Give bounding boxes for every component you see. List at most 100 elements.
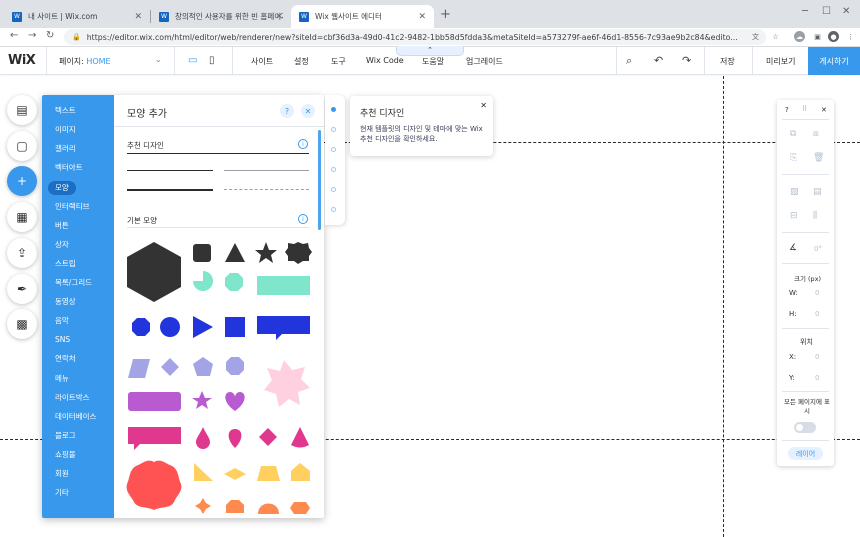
- page-selector[interactable]: 페이지: HOME: [59, 56, 111, 67]
- help-icon[interactable]: ?: [785, 106, 789, 114]
- zoom-icon[interactable]: ⌕: [626, 54, 632, 68]
- menu-help[interactable]: 도움말: [422, 56, 444, 67]
- speech-bubble-blue-shape[interactable]: [257, 316, 310, 340]
- bookmark-star-icon[interactable]: ☆: [770, 31, 781, 42]
- chevron-down-icon[interactable]: ⌄: [155, 55, 162, 64]
- triangle-shape[interactable]: [225, 243, 245, 262]
- window-close-icon[interactable]: ✕: [842, 6, 850, 17]
- maximize-icon[interactable]: ☐: [822, 6, 831, 17]
- publish-button[interactable]: 게시하기: [808, 47, 860, 75]
- browser-tab-active[interactable]: W Wix 웹사이트 에디터 ✕: [291, 5, 434, 28]
- desktop-view-icon[interactable]: ▭: [188, 55, 197, 66]
- duplicate-icon[interactable]: ⎘: [790, 153, 797, 163]
- category-database[interactable]: 데이터베이스: [48, 410, 103, 424]
- rounded-square-shape[interactable]: [193, 244, 211, 262]
- star4-orange-shape[interactable]: [195, 498, 211, 514]
- octagon-orange-shape[interactable]: [226, 500, 244, 513]
- upload-icon[interactable]: ⇪: [7, 238, 37, 268]
- tour-step-dot[interactable]: [331, 107, 336, 112]
- arrange-icon[interactable]: ▧: [790, 187, 799, 197]
- category-blog[interactable]: 블로그: [48, 429, 83, 443]
- dome-shape[interactable]: [258, 503, 279, 515]
- collapse-toolbar-tab[interactable]: ⌃: [396, 46, 464, 56]
- octagon-blue-shape[interactable]: [132, 318, 150, 336]
- recommended-line-shape[interactable]: [127, 153, 309, 154]
- reload-icon[interactable]: ↻: [46, 30, 54, 41]
- category-lightbox[interactable]: 라이트박스: [48, 391, 97, 405]
- drop-shape[interactable]: [196, 427, 210, 449]
- tour-step-dot[interactable]: [331, 207, 336, 212]
- bookings-calendar-icon[interactable]: ▩: [7, 309, 37, 339]
- x-field[interactable]: 0: [815, 353, 819, 361]
- diamond-magenta-shape[interactable]: [259, 428, 277, 446]
- lens-shape[interactable]: [224, 468, 246, 480]
- category-box[interactable]: 상자: [48, 238, 76, 252]
- scalloped-circle-shape[interactable]: [126, 460, 182, 510]
- pages-menu-icon[interactable]: ▤: [7, 95, 37, 125]
- new-tab-icon[interactable]: +: [440, 7, 451, 22]
- panel-scrollbar[interactable]: [318, 130, 321, 230]
- pin-shape[interactable]: [228, 429, 242, 448]
- close-icon[interactable]: ✕: [480, 101, 487, 110]
- category-social[interactable]: SNS: [48, 333, 77, 347]
- extension-icon[interactable]: ☁: [794, 31, 805, 42]
- circle-blue-shape[interactable]: [160, 317, 180, 337]
- category-store[interactable]: 쇼핑몰: [48, 448, 83, 462]
- copy-icon[interactable]: ⧉: [790, 129, 796, 139]
- minimize-icon[interactable]: ─: [802, 6, 808, 17]
- parallelogram-shape[interactable]: [128, 359, 150, 378]
- browser-menu-icon[interactable]: ⋮: [845, 31, 856, 42]
- hexagon-shape[interactable]: [127, 242, 181, 302]
- forward-icon[interactable]: →: [28, 30, 36, 41]
- drag-handle-icon[interactable]: ⠿: [802, 105, 807, 113]
- star-purple-shape[interactable]: [192, 391, 212, 409]
- rounded-rect-purple-shape[interactable]: [128, 392, 181, 411]
- close-tab-icon[interactable]: ✕: [275, 12, 283, 22]
- house-shape[interactable]: [291, 463, 310, 481]
- close-icon[interactable]: ✕: [821, 106, 827, 114]
- trapezoid-shape[interactable]: [257, 466, 280, 481]
- badge-shape[interactable]: [285, 242, 312, 264]
- hexagon-orange-shape[interactable]: [290, 502, 310, 514]
- cone-shape[interactable]: [291, 427, 309, 448]
- match-size-icon[interactable]: ⊟: [790, 211, 798, 221]
- category-members[interactable]: 회원: [48, 467, 76, 481]
- category-list-grid[interactable]: 목록/그리드: [48, 276, 99, 290]
- menu-tools[interactable]: 도구: [331, 56, 346, 67]
- wix-logo[interactable]: WiX: [8, 53, 36, 68]
- layers-button[interactable]: 레이어: [788, 447, 823, 460]
- octagon-lavender-shape[interactable]: [226, 357, 244, 375]
- menu-settings[interactable]: 설정: [294, 56, 309, 67]
- rotation-value[interactable]: 0°: [814, 245, 822, 253]
- square-blue-shape[interactable]: [225, 317, 245, 337]
- category-more[interactable]: 기타: [48, 486, 76, 500]
- info-icon[interactable]: i: [298, 139, 308, 149]
- paste-icon[interactable]: ⧈: [813, 129, 819, 139]
- octagon-mint-shape[interactable]: [225, 273, 243, 291]
- pie-shape[interactable]: [193, 271, 213, 291]
- back-icon[interactable]: ←: [10, 30, 18, 41]
- align-icon[interactable]: ▤: [813, 187, 822, 197]
- help-icon[interactable]: ?: [280, 104, 294, 118]
- y-field[interactable]: 0: [815, 374, 819, 382]
- category-strip[interactable]: 스트립: [48, 257, 83, 271]
- tour-step-dot[interactable]: [331, 167, 336, 172]
- tour-step-dot[interactable]: [331, 127, 336, 132]
- translate-icon[interactable]: 文: [750, 31, 761, 42]
- app-market-icon[interactable]: ▦: [7, 202, 37, 232]
- line-thick-shape[interactable]: [127, 189, 213, 191]
- pentagon-shape[interactable]: [193, 357, 213, 376]
- profile-avatar[interactable]: ●: [828, 31, 839, 42]
- extension-icon[interactable]: ▣: [812, 31, 823, 42]
- save-button[interactable]: 저장: [720, 56, 735, 67]
- category-video[interactable]: 동영상: [48, 295, 83, 309]
- add-element-icon[interactable]: +: [7, 166, 37, 196]
- redo-icon[interactable]: ↷: [682, 54, 691, 67]
- category-vector-art[interactable]: 벡터아트: [48, 161, 90, 175]
- line-thin-shape[interactable]: [127, 170, 213, 171]
- burst-pink-shape[interactable]: [264, 360, 310, 407]
- rotate-icon[interactable]: ∡: [789, 243, 797, 253]
- close-tab-icon[interactable]: ✕: [418, 12, 426, 22]
- distribute-icon[interactable]: ⫼: [813, 211, 817, 221]
- browser-tab[interactable]: W 창의적인 사용자를 위한 빈 홈페이지 ✕: [151, 5, 291, 28]
